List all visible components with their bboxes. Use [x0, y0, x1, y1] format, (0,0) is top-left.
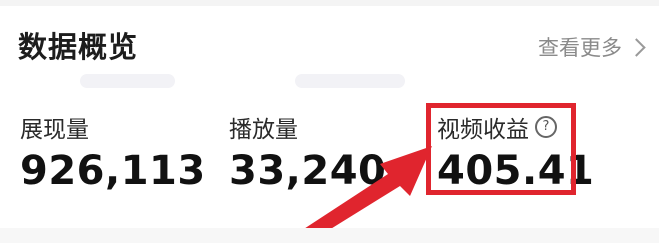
- metric-impressions[interactable]: 展现量 926,113: [20, 112, 206, 194]
- see-more-label: 查看更多: [538, 36, 622, 60]
- chevron-right-icon: [627, 37, 646, 57]
- annotation-highlight-box: [426, 103, 576, 195]
- placeholder-bar: [80, 74, 175, 88]
- bottom-divider: [0, 228, 659, 243]
- placeholder-bar: [295, 74, 405, 88]
- metric-label: 展现量: [20, 117, 89, 143]
- placeholder-row: [80, 74, 405, 88]
- see-more-link[interactable]: 查看更多: [538, 32, 646, 62]
- annotation-arrow-icon: [290, 146, 432, 243]
- page-title: 数据概览: [18, 30, 139, 64]
- metric-value: 926,113: [20, 148, 206, 194]
